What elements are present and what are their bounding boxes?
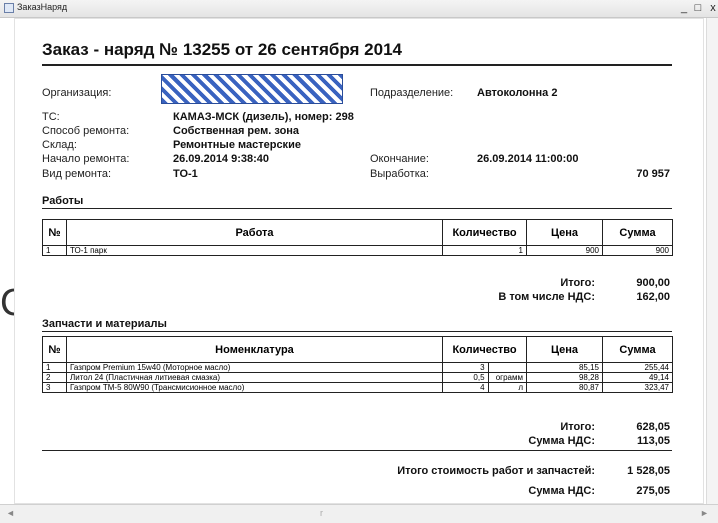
works-col-qty: Количество xyxy=(442,219,527,246)
row-number: 2 xyxy=(42,372,67,383)
row-number: 1 xyxy=(42,245,67,256)
parts-vat-label: Сумма НДС: xyxy=(528,435,595,447)
work-price: 900 xyxy=(526,245,603,256)
subdivision-value: Автоколонна 2 xyxy=(477,87,558,99)
parts-col-number: № xyxy=(42,336,67,363)
row-number: 1 xyxy=(42,362,67,373)
warehouse-label: Склад: xyxy=(42,139,77,151)
part-unit xyxy=(487,362,528,373)
end-value: 26.09.2014 11:00:00 xyxy=(477,153,579,165)
start-value: 26.09.2014 9:38:40 xyxy=(173,153,270,165)
works-header-row: № Работа Количество Цена Сумма xyxy=(42,219,673,246)
part-price: 80,87 xyxy=(526,382,603,393)
works-vat-value: 162,00 xyxy=(636,291,670,303)
work-name: ТО-1 парк xyxy=(66,245,443,256)
works-total-value: 900,00 xyxy=(636,277,670,289)
left-panel-edge xyxy=(0,18,10,504)
grand-total-value: 1 528,05 xyxy=(627,465,670,477)
subdivision-label: Подразделение: xyxy=(370,87,454,99)
repair-type-label: Вид ремонта: xyxy=(42,168,112,180)
table-row: 3 Газпром ТМ-5 80W90 (Трансмисионное мас… xyxy=(42,382,673,393)
parts-col-sum: Сумма xyxy=(602,336,673,363)
part-price: 98,28 xyxy=(526,372,603,383)
parts-rule xyxy=(42,331,672,332)
minimize-button[interactable]: _ xyxy=(678,0,690,17)
grand-total-label: Итого стоимость работ и запчастей: xyxy=(397,465,595,477)
output-label: Выработка: xyxy=(370,168,429,180)
works-col-number: № xyxy=(42,219,67,246)
work-qty: 1 xyxy=(442,245,527,256)
works-total-label: Итого: xyxy=(560,277,595,289)
parts-header-row: № Номенклатура Количество Цена Сумма xyxy=(42,336,673,363)
close-button[interactable]: x xyxy=(707,0,718,17)
works-table: № Работа Количество Цена Сумма 1 ТО-1 па… xyxy=(42,219,673,256)
parts-vat-value: 113,05 xyxy=(636,435,670,447)
part-qty: 3 xyxy=(442,362,489,373)
document-title: Заказ - наряд № 13255 от 26 сентября 201… xyxy=(42,40,403,59)
org-label: Организация: xyxy=(42,87,112,99)
window-title: ЗаказНаряд xyxy=(17,2,68,12)
part-unit: ограмм xyxy=(487,372,528,383)
end-label: Окончание: xyxy=(370,153,429,165)
maximize-button[interactable]: □ xyxy=(692,0,704,17)
works-rule xyxy=(42,208,672,209)
table-row: 1 ТО-1 парк 1 900 900 xyxy=(42,245,673,256)
ts-label: ТС: xyxy=(42,111,60,123)
scroll-right-icon[interactable]: ► xyxy=(700,508,709,518)
parts-col-qty: Количество xyxy=(442,336,527,363)
scroll-thumb-mark: r xyxy=(320,508,323,518)
title-rule xyxy=(42,64,672,66)
row-number: 3 xyxy=(42,382,67,393)
document-page: Заказ - наряд № 13255 от 26 сентября 201… xyxy=(14,18,704,504)
grand-vat-label: Сумма НДС: xyxy=(528,485,595,497)
grand-vat-value: 275,05 xyxy=(636,485,670,497)
part-name: Газпром Premium 15w40 (Моторное масло) xyxy=(66,362,443,373)
part-unit: л xyxy=(487,382,528,393)
warehouse-value: Ремонтные мастерские xyxy=(173,139,301,151)
part-price: 85,15 xyxy=(526,362,603,373)
vertical-scrollbar[interactable] xyxy=(706,18,718,504)
parts-total-value: 628,05 xyxy=(636,421,670,433)
org-value-redacted xyxy=(161,74,343,104)
repair-method-value: Собственная рем. зона xyxy=(173,125,300,137)
part-qty: 4 xyxy=(442,382,489,393)
table-row: 1 Газпром Premium 15w40 (Моторное масло)… xyxy=(42,362,673,373)
scroll-left-icon[interactable]: ◄ xyxy=(6,508,15,518)
works-section-title: Работы xyxy=(42,195,84,207)
ts-value: КАМАЗ-МСК (дизель), номер: 298 xyxy=(173,111,354,123)
part-sum: 323,47 xyxy=(602,382,673,393)
repair-type-value: ТО-1 xyxy=(173,168,198,180)
horizontal-scrollbar[interactable]: ◄ r ► xyxy=(0,504,718,523)
works-col-sum: Сумма xyxy=(602,219,673,246)
start-label: Начало ремонта: xyxy=(42,153,130,165)
parts-col-price: Цена xyxy=(526,336,603,363)
app-icon xyxy=(4,3,14,13)
part-sum: 49,14 xyxy=(602,372,673,383)
works-col-price: Цена xyxy=(526,219,603,246)
works-col-name: Работа xyxy=(66,219,443,246)
work-sum: 900 xyxy=(602,245,673,256)
part-qty: 0,5 xyxy=(442,372,489,383)
parts-section-title: Запчасти и материалы xyxy=(42,318,167,330)
part-name: Литол 24 (Пластичная литиевая смазка) xyxy=(66,372,443,383)
part-name: Газпром ТМ-5 80W90 (Трансмисионное масло… xyxy=(66,382,443,393)
parts-total-label: Итого: xyxy=(560,421,595,433)
works-vat-label: В том числе НДС: xyxy=(498,291,595,303)
window-title-bar: ЗаказНаряд _ □ x xyxy=(0,0,718,18)
table-row: 2 Литол 24 (Пластичная литиевая смазка) … xyxy=(42,372,673,383)
parts-table: № Номенклатура Количество Цена Сумма 1 Г… xyxy=(42,336,673,393)
part-sum: 255,44 xyxy=(602,362,673,373)
repair-method-label: Способ ремонта: xyxy=(42,125,130,137)
grand-rule xyxy=(42,450,672,451)
output-value: 70 957 xyxy=(636,168,670,180)
parts-col-name: Номенклатура xyxy=(66,336,443,363)
